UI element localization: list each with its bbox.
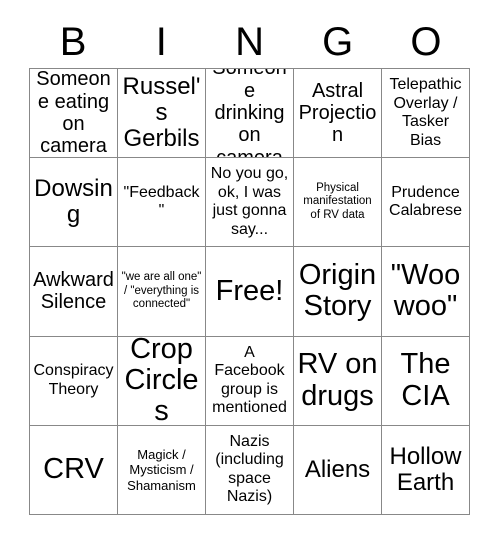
bingo-cell-r2-c1[interactable]: "we are all one" / "everything is connec… [118,247,206,337]
bingo-cell-r4-c4[interactable]: Hollow Earth [382,425,470,515]
bingo-cell-label: Free! [215,274,284,307]
bingo-cell-label: Dowsing [34,174,113,229]
bingo-cell-r0-c2[interactable]: Someone drinking on camera [206,69,294,159]
bingo-cell-label: Physical manifestation of RV data [303,181,372,222]
bingo-cell-r3-c3[interactable]: RV on drugs [294,336,382,426]
bingo-cell-r1-c3[interactable]: Physical manifestation of RV data [294,158,382,248]
bingo-cell-r2-c3[interactable]: Origin Story [294,247,382,337]
bingo-cell-label: "Feedback" [123,183,200,220]
bingo-cell-label: CRV [43,453,104,486]
bingo-cell-label: Aliens [304,455,371,483]
bingo-cell-label: Someone drinking on camera [212,69,287,159]
bingo-cell-r3-c1[interactable]: Crop Circles [118,336,206,426]
bingo-cell-label: Origin Story [298,259,377,323]
bingo-cell-r0-c1[interactable]: Russel's Gerbils [118,69,206,159]
bingo-cell-label: Crop Circles [124,336,199,426]
bingo-cell-label: "we are all one" / "everything is connec… [121,270,202,311]
bingo-cell-label: The CIA [400,348,451,412]
bingo-cell-label: Russel's Gerbils [122,72,201,153]
bingo-cell-r4-c3[interactable]: Aliens [294,425,382,515]
bingo-cell-label: A Facebook group is mentioned [212,343,287,417]
bingo-cell-r3-c0[interactable]: Conspiracy Theory [30,336,118,426]
bingo-cell-label: Magick / Mysticism / Shamanism [127,446,196,493]
bingo-grid: Someone eating on camera Russel's Gerbils… [29,68,470,515]
bingo-cell-label: Awkward Silence [33,269,114,314]
bingo-cell-label: Nazis (including space Nazis) [215,432,284,506]
bingo-cell-r2-c0[interactable]: Awkward Silence [30,247,118,337]
bingo-cell-r1-c1[interactable]: "Feedback" [118,158,206,248]
bingo-cell-r4-c2[interactable]: Nazis (including space Nazis) [206,425,294,515]
bingo-cell-label: Astral Projection [298,79,377,147]
bingo-cell-r0-c0[interactable]: Someone eating on camera [30,69,118,159]
bingo-cell-r1-c4[interactable]: Prudence Calabrese [382,158,470,248]
bingo-cell-label: Someone eating on camera [36,69,111,158]
bingo-cell-label: Telepathic Overlay / Tasker Bias [389,76,462,149]
bingo-cell-r4-c1[interactable]: Magick / Mysticism / Shamanism [118,425,206,515]
bingo-header-letter-0: B [59,20,87,64]
bingo-cell-label: Hollow Earth [389,442,462,496]
bingo-header-letter-3: G [322,20,354,64]
bingo-cell-r1-c0[interactable]: Dowsing [30,158,118,248]
bingo-header-letter-1: I [155,20,167,64]
bingo-cell-r0-c3[interactable]: Astral Projection [294,69,382,159]
bingo-cell-r3-c2[interactable]: A Facebook group is mentioned [206,336,294,426]
bingo-header-letter-2: N [235,20,264,64]
bingo-cell-r3-c4[interactable]: The CIA [382,336,470,426]
bingo-cell-r0-c4[interactable]: Telepathic Overlay / Tasker Bias [382,69,470,159]
bingo-cell-label: Prudence Calabrese [389,183,462,220]
bingo-cell-r4-c0[interactable]: CRV [30,425,118,515]
bingo-header-letter-4: O [410,20,442,64]
bingo-card: B I N G O Someone eating on camera Russel's G… [0,0,500,544]
bingo-cell-label: Conspiracy Theory [33,362,114,398]
bingo-cell-label: No you go, ok, I was just gonna say... [210,165,289,238]
bingo-cell-label: RV on drugs [297,348,378,412]
bingo-header-row: BINGO [29,16,470,68]
bingo-cell-r1-c2[interactable]: No you go, ok, I was just gonna say... [206,158,294,248]
bingo-cell-label: "Woo woo" [390,259,461,323]
bingo-cell-r2-c2[interactable]: Free! [206,247,294,337]
bingo-cell-r2-c4[interactable]: "Woo woo" [382,247,470,337]
